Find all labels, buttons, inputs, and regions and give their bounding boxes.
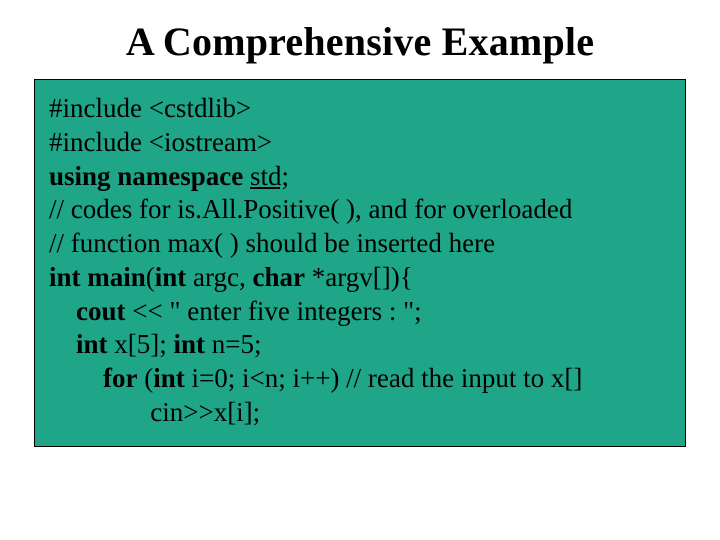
keyword: int <box>76 329 108 359</box>
identifier: std; <box>250 161 289 191</box>
code-line-7: cout << " enter five integers : "; <box>49 295 671 329</box>
text: << " enter five integers : "; <box>126 296 422 326</box>
keyword: char <box>253 262 305 292</box>
keyword: int <box>153 363 185 393</box>
slide: A Comprehensive Example #include <cstdli… <box>0 0 720 540</box>
text: i=0; i<n; i++) // read the input to x[] <box>185 363 583 393</box>
comment: // function max( ) should be inserted he… <box>49 228 495 258</box>
text: #include <iostream> <box>49 127 272 157</box>
text: ( <box>146 262 155 292</box>
keyword: int main <box>49 262 146 292</box>
text: cin>>x[i]; <box>49 397 260 427</box>
keyword: using namespace <box>49 161 250 191</box>
code-line-8: int x[5]; int n=5; <box>49 328 671 362</box>
code-line-2: #include <iostream> <box>49 126 671 160</box>
indent <box>49 296 76 326</box>
keyword: int <box>174 329 206 359</box>
indent <box>49 363 103 393</box>
code-line-5: // function max( ) should be inserted he… <box>49 227 671 261</box>
text: *argv[]){ <box>305 262 413 292</box>
code-line-9: for (int i=0; i<n; i++) // read the inpu… <box>49 362 671 396</box>
slide-title: A Comprehensive Example <box>0 18 720 65</box>
code-line-6: int main(int argc, char *argv[]){ <box>49 261 671 295</box>
indent <box>49 329 76 359</box>
text: ( <box>137 363 153 393</box>
keyword: int <box>155 262 187 292</box>
code-line-3: using namespace std; <box>49 160 671 194</box>
code-line-4: // codes for is.All.Positive( ), and for… <box>49 193 671 227</box>
comment: // codes for is.All.Positive( ), and for… <box>49 194 572 224</box>
code-line-1: #include <cstdlib> <box>49 92 671 126</box>
keyword: for <box>103 363 137 393</box>
text: n=5; <box>205 329 261 359</box>
code-box: #include <cstdlib> #include <iostream> u… <box>34 79 686 447</box>
text: #include <cstdlib> <box>49 93 251 123</box>
identifier: cout <box>76 296 126 326</box>
text: argc, <box>186 262 252 292</box>
text: x[5]; <box>108 329 174 359</box>
code-line-10: cin>>x[i]; <box>49 396 671 430</box>
